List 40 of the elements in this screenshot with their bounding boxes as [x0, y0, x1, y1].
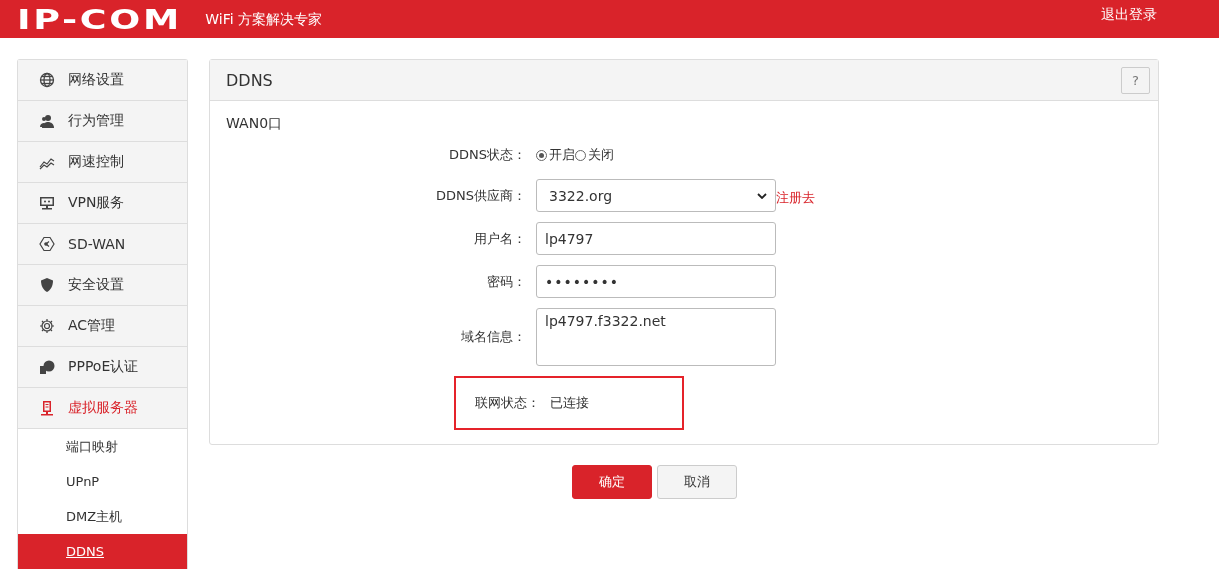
sidebar-item[interactable]: 虚拟服务器	[18, 388, 187, 429]
sidebar-item[interactable]: 安全设置	[18, 265, 187, 306]
users-icon	[39, 113, 55, 129]
field-label: 域名信息：	[460, 328, 527, 346]
sidebar-item[interactable]: SD-WAN	[18, 224, 187, 265]
sidebar-item[interactable]: VPN服务	[18, 183, 187, 224]
register-link[interactable]: 注册去	[776, 188, 815, 207]
field-label: 联网状态：	[474, 394, 541, 412]
text-area[interactable]: lp4797.f3322.net	[536, 308, 776, 366]
sidebar-item[interactable]: 网络设置	[18, 60, 187, 101]
sidebar-item[interactable]: 网速控制	[18, 142, 187, 183]
input-field[interactable]: lp4797	[536, 222, 776, 255]
globe-icon	[39, 72, 55, 88]
field-label: DDNS状态：	[448, 146, 527, 164]
field-label: DDNS供应商：	[435, 186, 527, 205]
field-label: 用户名：	[473, 229, 527, 248]
tagline: WiFi 方案解决专家	[205, 11, 322, 29]
sidebar-item[interactable]: AC管理	[18, 306, 187, 347]
shield-icon	[39, 277, 55, 293]
gear-icon	[39, 318, 55, 334]
field-label: 密码：	[486, 272, 527, 291]
logout-link[interactable]: 退出登录	[1101, 6, 1157, 24]
radio-option[interactable]: 关闭	[575, 146, 614, 164]
sidebar-item[interactable]: PPPoE认证	[18, 347, 187, 388]
section-title: WAN0口	[226, 115, 284, 133]
network-icon	[39, 236, 55, 252]
logo: IP-COM	[17, 3, 182, 35]
sidebar-item[interactable]: 行为管理	[18, 101, 187, 142]
chevron-icon	[757, 192, 767, 199]
submenu-item[interactable]: DDNS	[18, 534, 187, 569]
help-button[interactable]: ?	[1121, 66, 1150, 94]
status-value: 已连接	[550, 394, 589, 412]
monitor-icon	[39, 195, 55, 211]
radio-option[interactable]: 开启	[536, 146, 575, 164]
panel-title: DDNS	[226, 70, 274, 90]
server-icon	[39, 400, 55, 416]
provider-dropdown[interactable]: 3322.org	[536, 179, 776, 212]
confirm-button[interactable]: 确定	[571, 465, 652, 499]
password-field[interactable]: ••••••••	[536, 265, 776, 298]
cancel-button[interactable]: 取消	[656, 465, 737, 499]
